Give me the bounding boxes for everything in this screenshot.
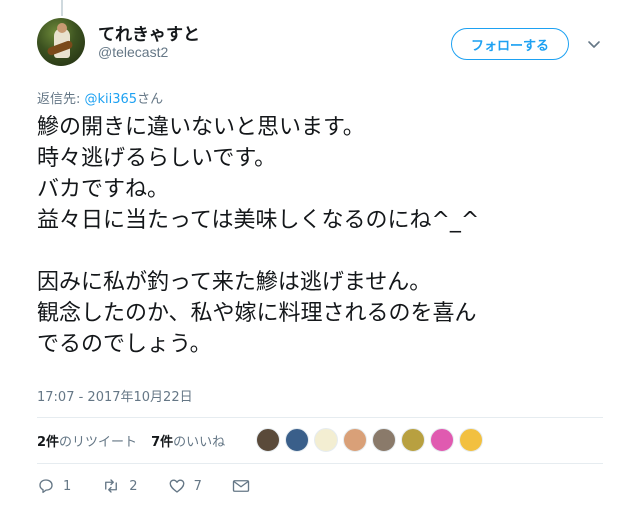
divider-bottom — [37, 463, 603, 464]
reply-to-line: 返信先: @kii365さん — [37, 88, 163, 107]
tweet-text: 鰺の開きに違いないと思います。 時々逃げるらしいです。 バカですね。 益々日に当… — [37, 115, 480, 357]
like-stat-label: のいいね — [173, 434, 226, 450]
author-handle[interactable]: @telecast2 — [98, 44, 168, 60]
reply-to-prefix: 返信先: — [37, 92, 85, 107]
liker-avatar[interactable] — [372, 428, 396, 452]
author-avatar[interactable] — [37, 18, 85, 66]
thread-line — [61, 0, 63, 16]
engagement-stats: 2件のリツイート 7件のいいね — [37, 424, 239, 456]
like-stat[interactable]: 7件のいいね — [151, 431, 225, 450]
retweet-stat-label: のリツイート — [59, 434, 138, 450]
reply-to-suffix: さん — [137, 92, 164, 107]
like-count: 7 — [193, 478, 202, 494]
direct-message-button[interactable] — [232, 478, 258, 494]
author-display-name[interactable]: てれきゃすと — [98, 20, 200, 45]
liker-avatar[interactable] — [401, 428, 425, 452]
retweet-button[interactable]: 2 — [101, 477, 138, 495]
liker-avatar[interactable] — [343, 428, 367, 452]
reply-mention-link[interactable]: @kii365 — [85, 92, 138, 107]
divider-top — [37, 417, 603, 418]
liker-avatar[interactable] — [459, 428, 483, 452]
action-bar: 1 2 7 — [37, 474, 288, 498]
retweet-stat-count: 2件 — [37, 434, 60, 450]
follow-button[interactable]: フォローする — [451, 28, 569, 60]
heart-icon — [169, 479, 184, 493]
liker-avatar[interactable] — [430, 428, 454, 452]
liker-avatar[interactable] — [314, 428, 338, 452]
reply-icon — [39, 479, 53, 494]
reply-count: 1 — [63, 478, 72, 494]
tweet-timestamp[interactable]: 17:07 - 2017年10月22日 — [37, 386, 193, 405]
like-stat-count: 7件 — [151, 434, 174, 450]
envelope-icon — [232, 480, 250, 492]
liker-avatars — [256, 428, 488, 452]
liker-avatar[interactable] — [285, 428, 309, 452]
retweet-icon — [105, 479, 118, 493]
retweet-count: 2 — [129, 478, 138, 494]
reply-button[interactable]: 1 — [37, 477, 71, 495]
chevron-down-icon[interactable] — [586, 36, 602, 52]
like-button[interactable]: 7 — [168, 477, 202, 495]
liker-avatar[interactable] — [256, 428, 280, 452]
retweet-stat[interactable]: 2件のリツイート — [37, 431, 137, 450]
